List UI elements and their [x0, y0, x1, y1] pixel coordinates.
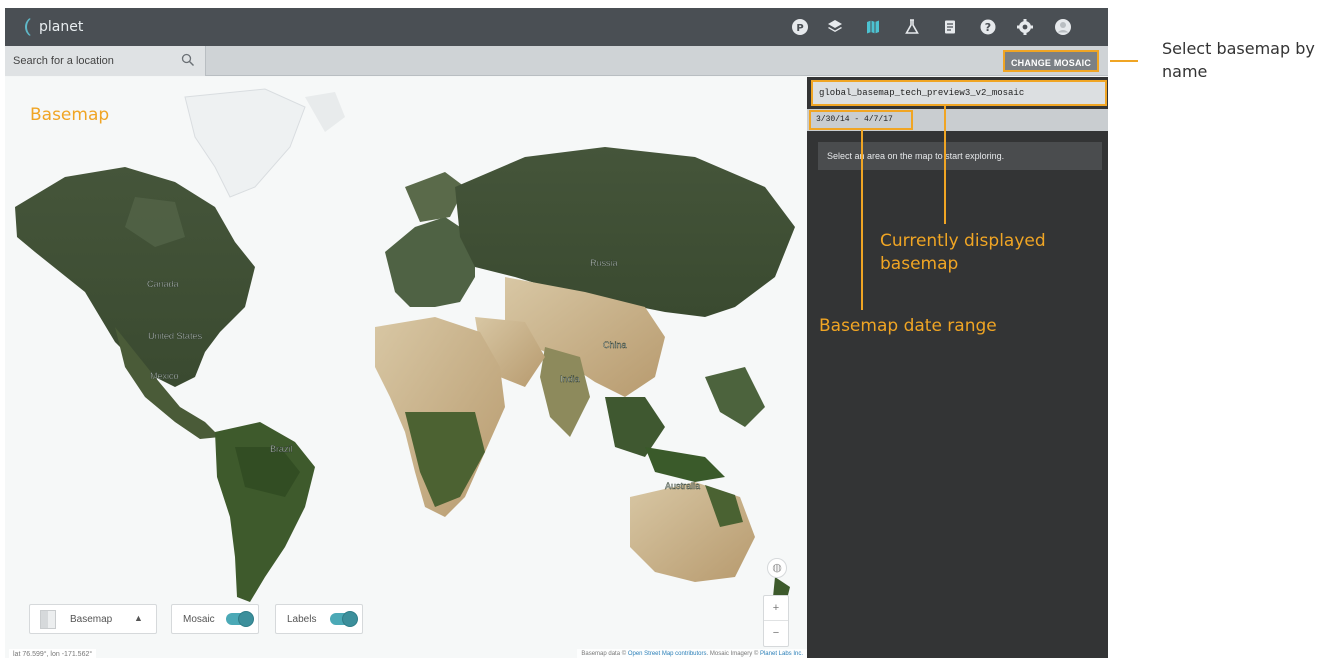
lab-flask-icon[interactable]: [902, 17, 922, 37]
layers-icon[interactable]: [825, 17, 845, 37]
annotation-date-range: Basemap date range: [819, 316, 997, 336]
country-label-united-states: United States: [148, 331, 203, 341]
zoom-control: + −: [763, 595, 789, 647]
basemap-selector[interactable]: Basemap ▲: [29, 604, 157, 634]
country-label-mexico: Mexico: [150, 371, 179, 381]
user-badge-icon[interactable]: P: [790, 17, 810, 37]
basemap-thumbnail: [40, 610, 56, 629]
chevron-up-icon[interactable]: ▲: [134, 613, 143, 623]
labels-toggle[interactable]: [330, 611, 358, 627]
attribution-mid: . Mosaic Imagery ©: [706, 651, 760, 657]
country-label-brazil: Brazil: [270, 444, 293, 454]
basemap-icon[interactable]: [863, 17, 883, 37]
world-map-imagery: Russia Canada United States Mexico China…: [15, 88, 795, 607]
globe-icon[interactable]: ◍: [767, 558, 787, 578]
country-label-india: India: [560, 374, 580, 384]
document-icon[interactable]: [940, 17, 960, 37]
country-label-russia: Russia: [590, 258, 618, 268]
mosaic-date-range: 3/30/14 - 4/7/17: [809, 110, 913, 130]
planet-logo[interactable]: planet: [25, 16, 94, 38]
date-range-row: 3/30/14 - 4/7/17: [807, 109, 1108, 131]
annotation-basemap: Basemap: [30, 105, 110, 125]
zoom-out-button[interactable]: −: [764, 621, 788, 646]
mosaic-toggle-knob: [238, 611, 254, 627]
user-badge-letter: P: [796, 23, 803, 34]
cursor-coordinates: lat 76.599°, lon -171.562°: [9, 649, 97, 658]
leader-line-date: [861, 128, 863, 310]
country-label-canada: Canada: [147, 279, 179, 289]
search-icon[interactable]: [181, 53, 195, 72]
screenshot-stage: planet P ? Search for a location CHANGE …: [0, 0, 1343, 658]
osm-link[interactable]: Open Street Map contributors: [628, 651, 707, 657]
svg-text:?: ?: [985, 21, 991, 34]
help-icon[interactable]: ?: [978, 17, 998, 37]
attribution-prefix: Basemap data ©: [581, 651, 628, 657]
annotation-select-by-name: Select basemap by name: [1162, 39, 1315, 81]
search-bar: CHANGE MOSAIC: [5, 46, 1108, 76]
mosaic-toggle[interactable]: [226, 611, 254, 627]
leader-line-select: [1110, 60, 1138, 62]
account-icon[interactable]: [1053, 17, 1073, 37]
annotation-currently-displayed: Currently displayed basemap: [880, 231, 1046, 274]
top-bar: planet P ?: [5, 8, 1108, 46]
settings-icon[interactable]: [1015, 17, 1035, 37]
search-box: [5, 46, 206, 76]
country-label-china: China: [603, 340, 627, 350]
mosaic-panel: global_basemap_tech_preview3_v2_mosaic 3…: [807, 77, 1108, 658]
basemap-map[interactable]: Russia Canada United States Mexico China…: [5, 77, 807, 658]
country-label-australia: Australia: [665, 481, 700, 491]
labels-toggle-control: Labels: [275, 604, 363, 634]
map-attribution: Basemap data © Open Street Map contribut…: [577, 649, 807, 658]
mosaic-toggle-control: Mosaic: [171, 604, 259, 634]
planet-labs-link[interactable]: Planet Labs Inc.: [760, 651, 803, 657]
current-mosaic-name[interactable]: global_basemap_tech_preview3_v2_mosaic: [811, 80, 1107, 106]
labels-toggle-label: Labels: [287, 614, 317, 625]
zoom-in-button[interactable]: +: [764, 596, 788, 621]
mosaic-toggle-label: Mosaic: [183, 614, 215, 625]
change-mosaic-button[interactable]: CHANGE MOSAIC: [1003, 50, 1099, 72]
search-input[interactable]: [13, 52, 173, 70]
labels-toggle-knob: [342, 611, 358, 627]
leader-line-current: [944, 106, 946, 224]
basemap-selector-label: Basemap: [70, 614, 113, 625]
